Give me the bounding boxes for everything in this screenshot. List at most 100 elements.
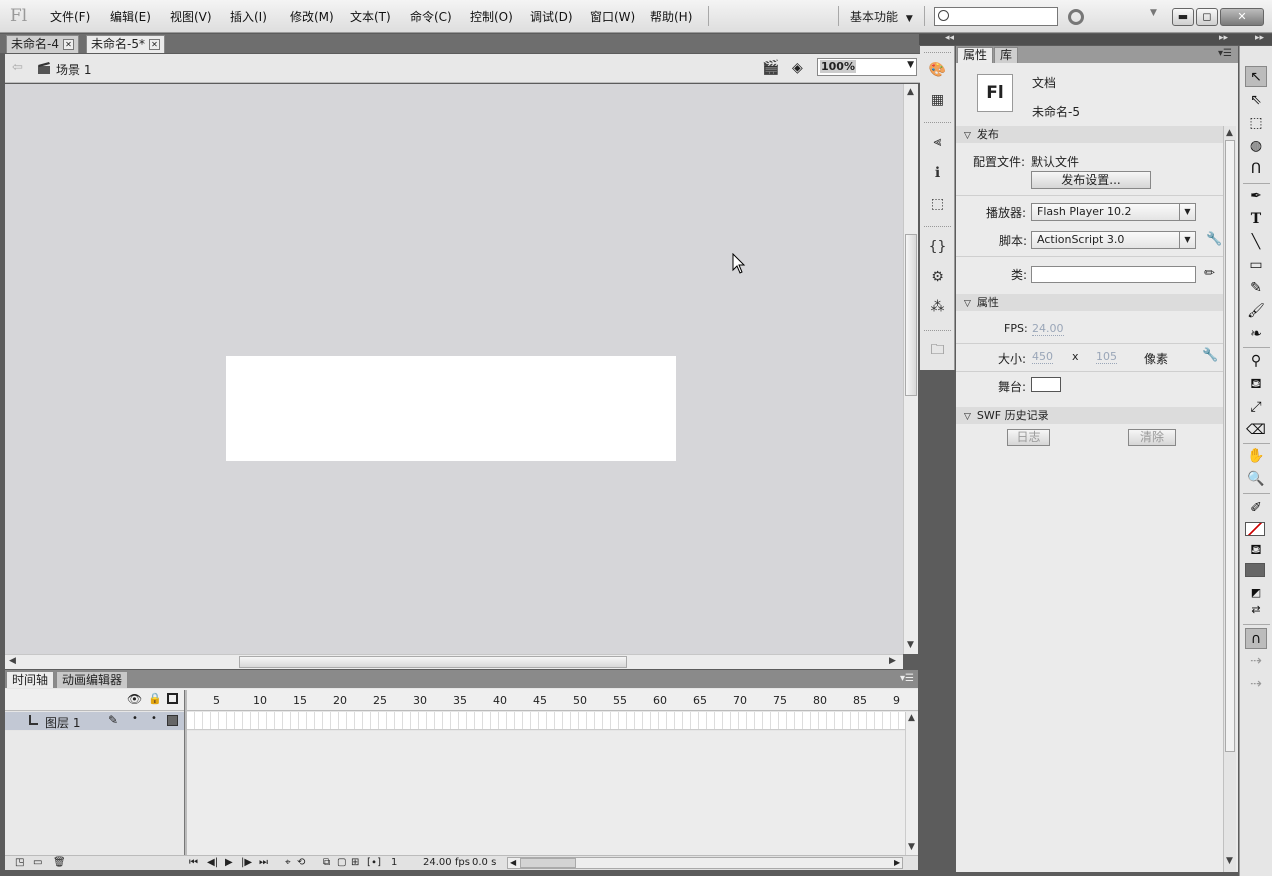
stroke-color-swatch[interactable]: [1245, 522, 1265, 536]
wrench-icon[interactable]: 🔧: [1206, 232, 1222, 247]
properties-scrollbar[interactable]: ▲ ▼: [1223, 126, 1236, 872]
bone-tool-icon[interactable]: ⚲: [1245, 351, 1267, 372]
maximize-button[interactable]: ◻: [1196, 8, 1218, 26]
tab-motion-editor[interactable]: 动画编辑器: [56, 671, 129, 688]
scroll-down-icon[interactable]: ▼: [908, 842, 915, 852]
stage-vertical-scrollbar[interactable]: ▲ ▼: [903, 84, 918, 654]
edit-symbol-icon[interactable]: ◈: [792, 60, 803, 76]
scroll-up-icon[interactable]: ▲: [908, 713, 915, 723]
swatches-grid-icon[interactable]: ▦: [928, 91, 947, 110]
frames-row[interactable]: [187, 712, 905, 730]
height-value[interactable]: 105: [1096, 350, 1117, 364]
stage[interactable]: [226, 356, 676, 461]
transform-icon[interactable]: ⬚: [928, 195, 947, 214]
center-frame-icon[interactable]: ⌖: [285, 857, 291, 868]
modify-markers-icon[interactable]: [∙]: [367, 857, 381, 868]
last-frame-icon[interactable]: ⏭: [259, 857, 268, 868]
tab-timeline[interactable]: 时间轴: [6, 671, 55, 688]
onion-skin-icon[interactable]: ⧉: [323, 857, 330, 868]
new-layer-icon[interactable]: ◳: [15, 857, 24, 868]
document-tab-1[interactable]: 未命名-4 ✕: [6, 35, 79, 53]
align-icon[interactable]: ⫷: [928, 133, 947, 152]
help-search-box[interactable]: [934, 7, 1058, 26]
menu-text[interactable]: 文本(T): [350, 8, 391, 25]
scroll-right-icon[interactable]: ▶: [889, 656, 896, 666]
help-search-input[interactable]: [951, 9, 1055, 24]
log-button[interactable]: 日志: [1007, 429, 1050, 446]
menu-window[interactable]: 窗口(W): [590, 8, 635, 25]
menu-modify[interactable]: 修改(M): [290, 8, 334, 25]
swap-colors-icon[interactable]: ⇄: [1245, 599, 1267, 620]
zoom-select[interactable]: 100% ▼: [817, 58, 917, 76]
3d-rotation-tool-icon[interactable]: ◍: [1245, 136, 1267, 157]
timeline-horizontal-scrollbar[interactable]: ◀ ▶: [507, 857, 903, 869]
menu-insert[interactable]: 插入(I): [230, 8, 267, 25]
scene-breadcrumb[interactable]: 场景 1: [56, 61, 91, 78]
loop-icon[interactable]: ⟲: [297, 857, 305, 868]
text-tool-icon[interactable]: T: [1245, 209, 1267, 230]
scrollbar-thumb[interactable]: [520, 858, 576, 868]
width-value[interactable]: 450: [1032, 350, 1053, 364]
pen-tool-icon[interactable]: ✒: [1245, 186, 1267, 207]
scrollbar-thumb[interactable]: [1225, 140, 1235, 752]
eye-icon[interactable]: 👁: [127, 692, 142, 706]
project-icon[interactable]: 🗀: [928, 341, 947, 360]
player-select[interactable]: Flash Player 10.2 ▼: [1031, 203, 1196, 221]
onion-outline-icon[interactable]: ▢: [337, 857, 346, 868]
edit-scene-icon[interactable]: 🎬: [762, 60, 779, 76]
brush-tool-icon[interactable]: 🖌: [1245, 301, 1267, 322]
menu-file[interactable]: 文件(F): [50, 8, 90, 25]
step-back-icon[interactable]: ◀|: [207, 857, 218, 868]
eraser-tool-icon[interactable]: ⌫: [1245, 420, 1267, 441]
section-properties[interactable]: ▽ 属性: [956, 294, 1223, 311]
selection-tool-icon[interactable]: ↖: [1245, 66, 1267, 87]
layer-name[interactable]: 图层 1: [45, 714, 80, 731]
lock-dot[interactable]: •: [151, 713, 157, 724]
outline-color-swatch[interactable]: [167, 715, 178, 726]
motion-presets-icon[interactable]: ⁂: [928, 298, 947, 317]
fill-color-swatch[interactable]: [1245, 563, 1265, 577]
eyedropper-tool-icon[interactable]: ⤢: [1245, 397, 1267, 418]
panel-menu-icon[interactable]: ▾☰: [900, 673, 914, 684]
scrollbar-thumb[interactable]: [239, 656, 627, 668]
rectangle-tool-icon[interactable]: ▭: [1245, 255, 1267, 276]
snap-to-objects-icon[interactable]: ∩: [1245, 628, 1267, 649]
color-palette-icon[interactable]: 🎨: [928, 61, 947, 80]
pencil-icon[interactable]: ✏: [1204, 266, 1215, 281]
edit-multiple-icon[interactable]: ⊞: [351, 857, 359, 868]
menu-debug[interactable]: 调试(D): [530, 8, 573, 25]
subselection-tool-icon[interactable]: ⇖: [1245, 90, 1267, 111]
lock-icon[interactable]: 🔒: [148, 692, 162, 705]
components-icon[interactable]: ⚙: [928, 268, 947, 287]
smooth-icon[interactable]: ⇢: [1245, 651, 1267, 672]
collapse-icon[interactable]: ◂◂: [945, 33, 954, 43]
fill-color-icon[interactable]: ⛾: [1245, 540, 1267, 561]
menu-help[interactable]: 帮助(H): [650, 8, 692, 25]
straighten-icon[interactable]: ⇢: [1245, 674, 1267, 695]
outline-icon[interactable]: [167, 693, 178, 704]
playhead[interactable]: [184, 690, 187, 862]
expand-icon[interactable]: ▸▸: [1219, 33, 1228, 43]
panel-menu-icon[interactable]: ▾☰: [1218, 48, 1232, 59]
lasso-tool-icon[interactable]: ᑎ: [1245, 159, 1267, 180]
minimize-button[interactable]: ▬: [1172, 8, 1194, 26]
menu-view[interactable]: 视图(V): [170, 8, 212, 25]
timeline-vertical-scrollbar[interactable]: ▲ ▼: [905, 712, 918, 855]
document-tab-2[interactable]: 未命名-5* ✕: [86, 35, 165, 53]
workspace-switcher[interactable]: 基本功能 ▼: [850, 8, 913, 25]
tab-properties[interactable]: 属性: [957, 47, 994, 63]
pasteboard[interactable]: [5, 84, 903, 654]
line-tool-icon[interactable]: ╲: [1245, 232, 1267, 253]
first-frame-icon[interactable]: ⏮: [189, 857, 198, 868]
stage-horizontal-scrollbar[interactable]: ◀ ▶: [5, 654, 903, 669]
stroke-color-icon[interactable]: ✐: [1245, 498, 1267, 519]
delete-icon[interactable]: 🗑: [53, 857, 66, 868]
pencil-tool-icon[interactable]: ✎: [1245, 278, 1267, 299]
play-icon[interactable]: ▶: [225, 857, 233, 868]
code-snippets-icon[interactable]: {}: [928, 238, 947, 257]
deco-tool-icon[interactable]: ❧: [1245, 324, 1267, 345]
scroll-right-icon[interactable]: ▶: [894, 858, 900, 867]
scroll-left-icon[interactable]: ◀: [510, 858, 516, 867]
paint-bucket-tool-icon[interactable]: ⛾: [1245, 374, 1267, 395]
menu-edit[interactable]: 编辑(E): [110, 8, 151, 25]
